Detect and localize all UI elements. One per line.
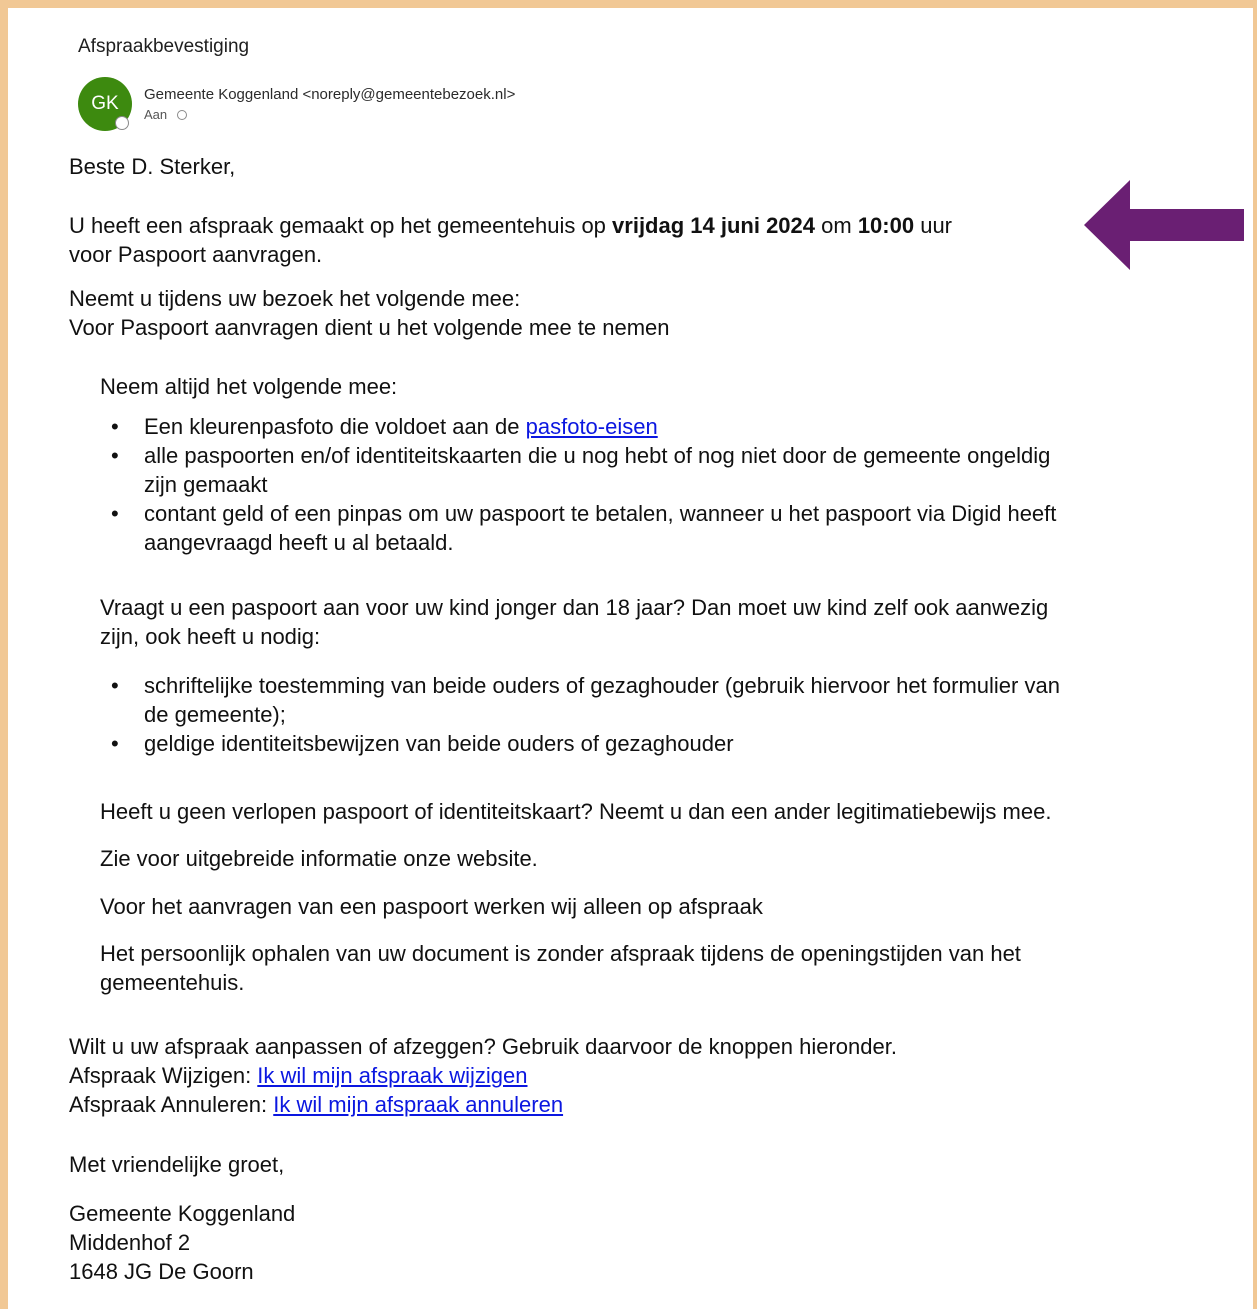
passports-line-2: zijn gemaakt [144,472,268,497]
list-item: contant geld of een pinpas om uw paspoor… [100,499,1056,557]
appointment-suffix: uur [914,213,953,238]
change-intro: Wilt u uw afspraak aanpassen of afzeggen… [69,1034,897,1059]
greeting: Beste D. Sterker, [69,154,236,179]
change-row: Afspraak Wijzigen: Ik wil mijn afspraak … [69,1061,897,1090]
cancel-appointment-link[interactable]: Ik wil mijn afspraak annuleren [273,1092,563,1117]
bring-intro-line-2: Voor Paspoort aanvragen dient u het volg… [69,315,670,340]
change-appointment-link[interactable]: Ik wil mijn afspraak wijzigen [257,1063,527,1088]
appointment-mid: om [815,213,858,238]
pickup-line-2: gemeentehuis. [100,970,245,995]
closing: Met vriendelijke groet, [69,1152,285,1177]
no-expired-note: Heeft u geen verlopen paspoort of identi… [100,799,1052,824]
consent-line-2: de gemeente); [144,702,286,727]
always-bring-list: Een kleurenpasfoto die voldoet aan de pa… [100,412,1056,557]
signature: Gemeente Koggenland Middenhof 2 1648 JG … [69,1199,295,1286]
pickup-note: Het persoonlijk ophalen van uw document … [100,939,1021,997]
list-item: geldige identiteitsbewijzen van beide ou… [100,729,1060,758]
child-intro-line-1: Vraagt u een paspoort aan voor uw kind j… [100,595,1049,620]
bring-intro: Neemt u tijdens uw bezoek het volgende m… [69,284,670,342]
signature-name: Gemeente Koggenland [69,1201,296,1226]
appointment-prefix: U heeft een afspraak gemaakt op het geme… [69,213,613,238]
appointment-line-2: voor Paspoort aanvragen. [69,242,323,267]
left-arrow-icon [1084,180,1244,270]
sender-name[interactable]: Gemeente Koggenland <noreply@gemeentebez… [144,86,515,103]
appointment-details: U heeft een afspraak gemaakt op het geme… [69,211,952,269]
payment-line-1: contant geld of een pinpas om uw paspoor… [144,501,1057,526]
signature-street: Middenhof 2 [69,1230,191,1255]
appointment-line-1: U heeft een afspraak gemaakt op het geme… [69,211,952,240]
website-info: Zie voor uitgebreide informatie onze web… [100,846,538,871]
change-section: Wilt u uw afspraak aanpassen of afzeggen… [69,1032,897,1119]
recipients-line[interactable]: Aan [144,107,188,122]
presence-status-icon [115,116,129,130]
cancel-row: Afspraak Annuleren: Ik wil mijn afspraak… [69,1090,897,1119]
cancel-label: Afspraak Annuleren: [69,1092,274,1117]
always-heading: Neem altijd het volgende mee: [100,374,398,399]
change-label: Afspraak Wijzigen: [69,1063,258,1088]
pasfoto-eisen-link[interactable]: pasfoto-eisen [526,414,658,439]
appointment-only-note: Voor het aanvragen van een paspoort werk… [100,894,763,919]
child-requirements-list: schriftelijke toestemming van beide oude… [100,671,1060,758]
list-item: schriftelijke toestemming van beide oude… [100,671,1060,729]
signature-city: 1648 JG De Goorn [69,1259,254,1284]
ids-line: geldige identiteitsbewijzen van beide ou… [144,731,734,756]
email-subject: Afspraakbevestiging [78,36,250,57]
consent-line-1: schriftelijke toestemming van beide oude… [144,673,1060,698]
child-intro: Vraagt u een paspoort aan voor uw kind j… [100,593,1048,651]
arrow-shape [1084,180,1244,270]
appointment-time: 10:00 [857,213,915,238]
recipient-status-icon [177,109,188,120]
bring-intro-line-1: Neemt u tijdens uw bezoek het volgende m… [69,286,521,311]
child-intro-line-2: zijn, ook heeft u nodig: [100,624,321,649]
appointment-date: vrijdag 14 juni 2024 [612,213,816,238]
photo-requirement-text: Een kleurenpasfoto die voldoet aan de [144,414,526,439]
payment-line-2: aangevraagd heeft u al betaald. [144,530,454,555]
pickup-line-1: Het persoonlijk ophalen van uw document … [100,941,1021,966]
passports-line-1: alle paspoorten en/of identiteitskaarten… [144,443,1051,468]
recipients-label: Aan [144,107,168,122]
list-item: alle paspoorten en/of identiteitskaarten… [100,441,1056,499]
sender-initials: GK [91,93,119,114]
list-item: Een kleurenpasfoto die voldoet aan de pa… [100,412,1056,441]
